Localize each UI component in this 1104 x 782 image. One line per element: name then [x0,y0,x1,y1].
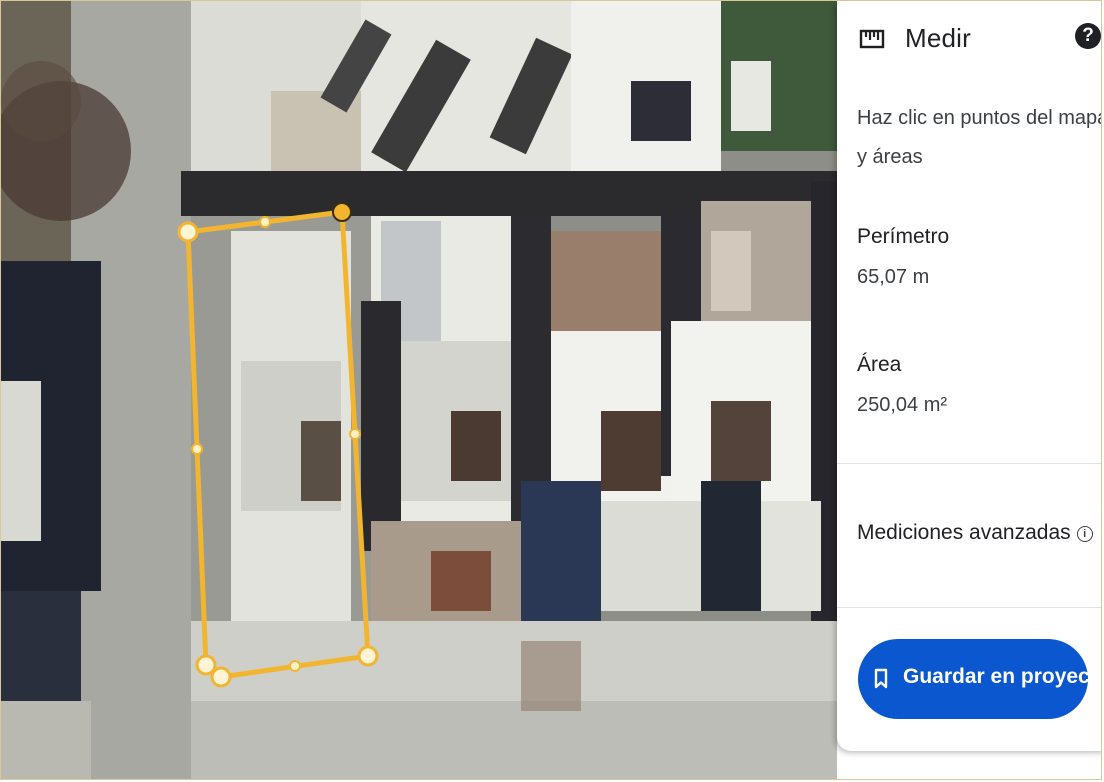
perimeter-value: 65,07 m [857,266,930,288]
advanced-measurements-label: Mediciones avanzadas [857,521,1071,544]
vertex-handle[interactable] [177,221,199,243]
measure-panel: Medir ? Haz clic en puntos del mapa par … [837,1,1101,751]
help-icon[interactable]: ? [1075,23,1101,49]
midpoint-handle[interactable] [349,428,361,440]
area-value: 250,04 m² [857,394,948,416]
save-to-project-button[interactable]: Guardar en proyecto [858,639,1101,719]
instructions-text: Haz clic en puntos del mapa par y áreas [857,99,1101,177]
divider [837,463,1101,464]
app-frame: Medir ? Haz clic en puntos del mapa par … [0,0,1102,780]
area-label: Área [857,353,902,376]
ruler-icon [859,29,885,49]
midpoint-handle[interactable] [289,660,301,672]
bookmark-icon [874,668,888,689]
panel-title: Medir [905,23,972,53]
midpoint-handle[interactable] [191,443,203,455]
instructions-line: y áreas [857,146,923,168]
advanced-measurements[interactable]: Mediciones avanzadas i [857,521,1093,545]
info-icon[interactable]: i [1076,526,1093,542]
vertex-handle[interactable] [195,654,217,676]
satellite-imagery [1,1,837,779]
perimeter-label: Perímetro [857,225,950,248]
instructions-line: Haz clic en puntos del mapa par [857,107,1101,129]
midpoint-handle[interactable] [259,216,271,228]
satellite-map[interactable] [1,1,837,779]
vertex-handle[interactable] [357,645,379,667]
save-button-label: Guardar en proyecto [903,665,1102,688]
vertex-handle-active[interactable] [332,202,352,222]
divider [837,607,1101,608]
panel-header: Medir ? [857,19,1101,59]
